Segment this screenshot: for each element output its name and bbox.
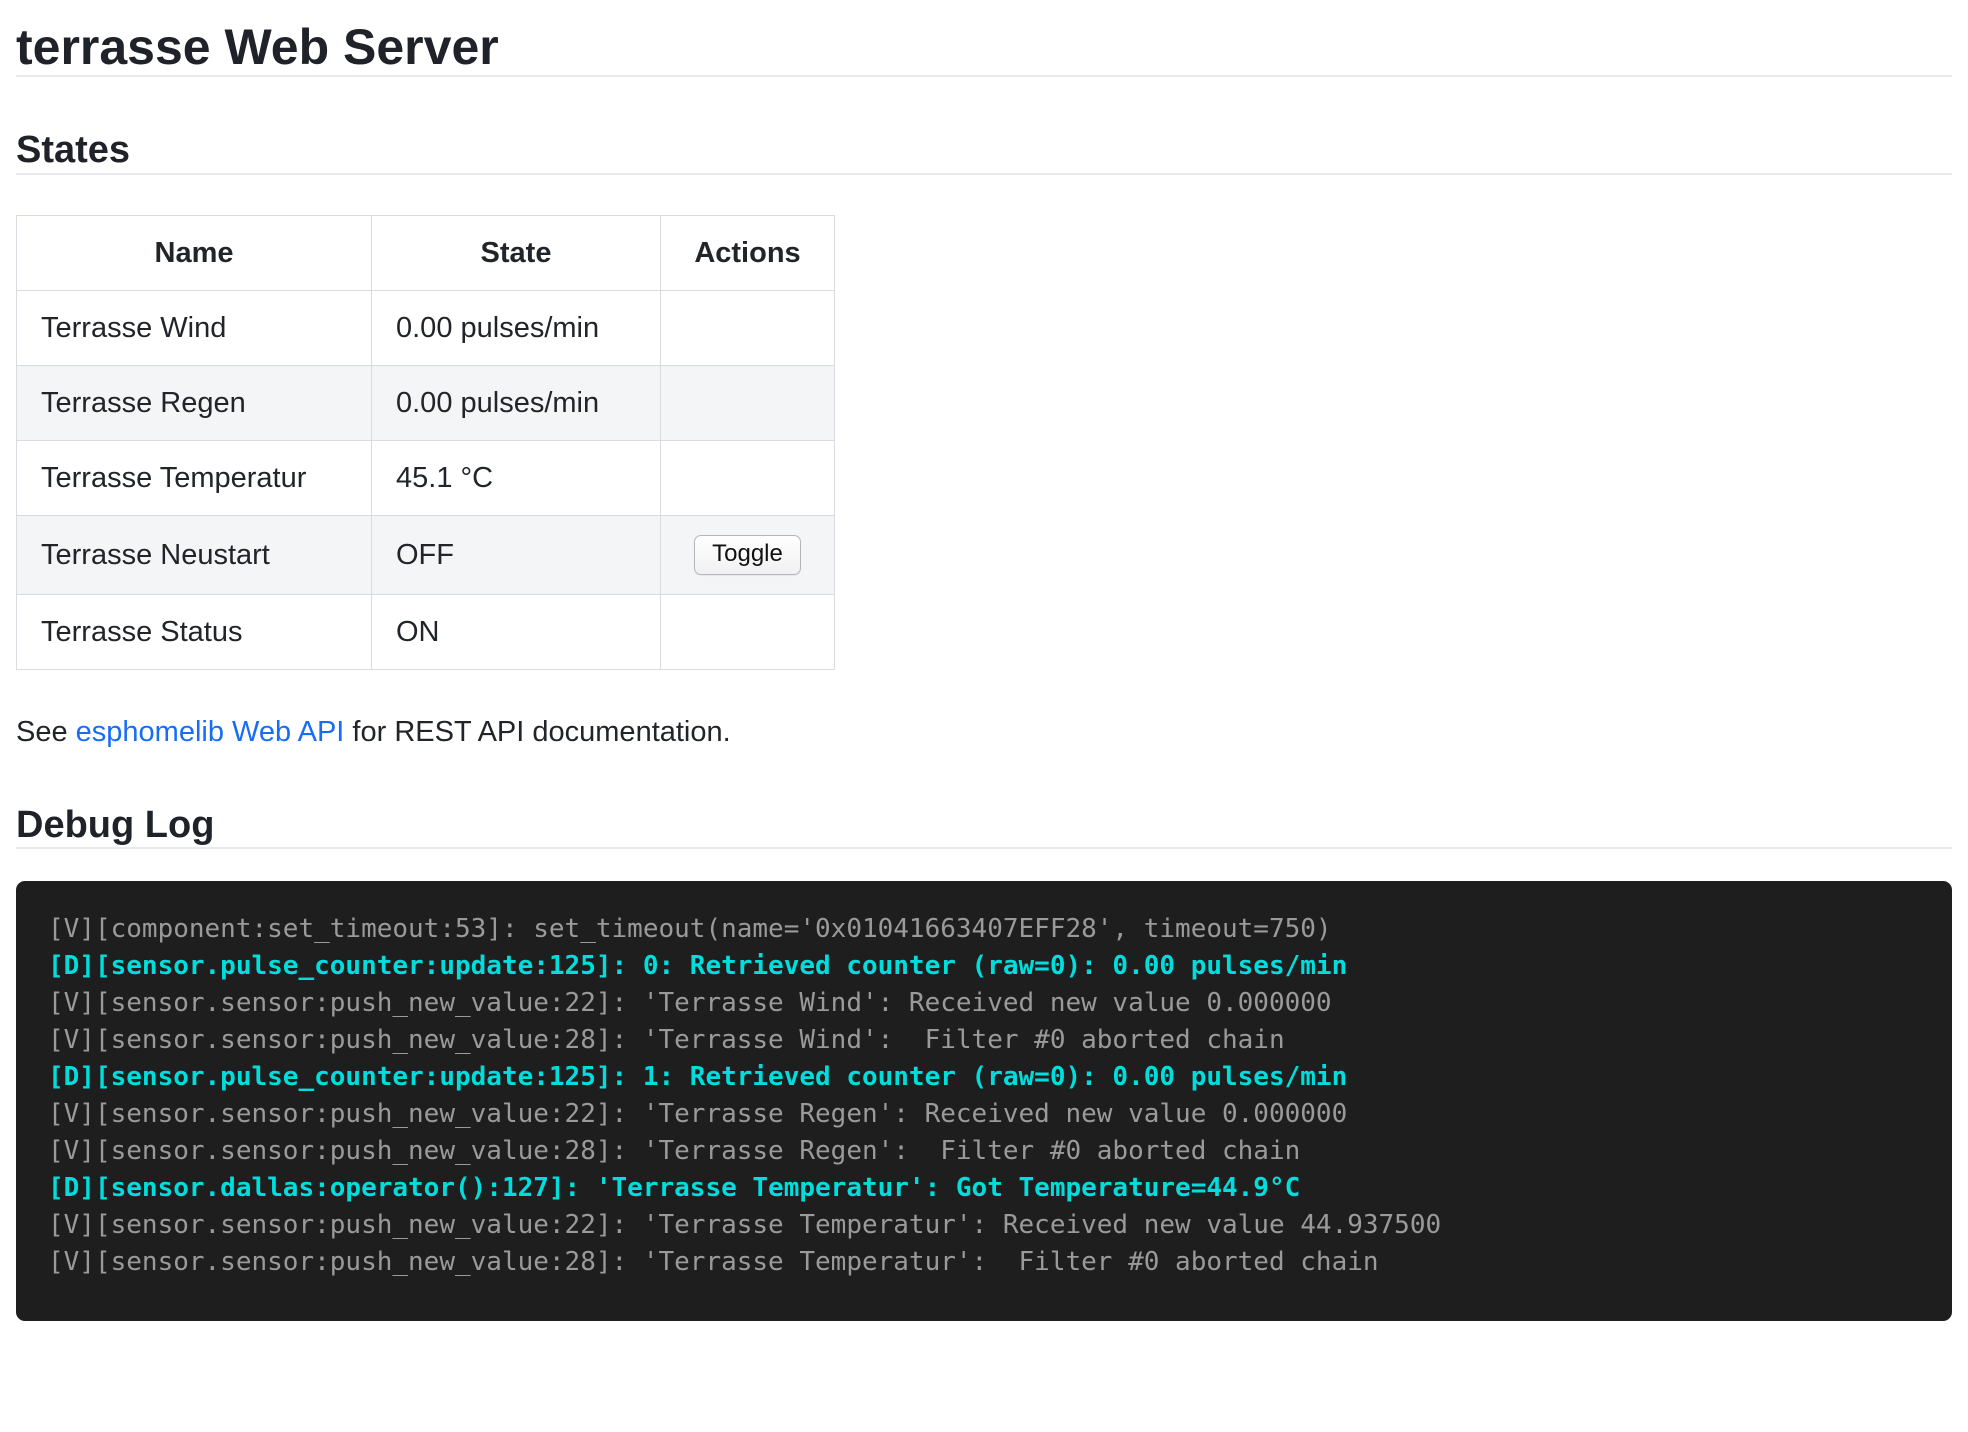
page-container: terrasse Web Server States NameStateActi… [0,20,1968,1321]
log-line-verbose: [V][sensor.sensor:push_new_value:22]: 'T… [48,1096,1920,1133]
divider [16,847,1952,849]
state-name-cell: Terrasse Wind [17,290,372,365]
log-line-debug: [D][sensor.pulse_counter:update:125]: 1:… [48,1059,1920,1096]
table-row: Terrasse StatusON [17,594,835,669]
states-heading: States [16,129,1952,173]
log-line-verbose: [V][sensor.sensor:push_new_value:28]: 'T… [48,1022,1920,1059]
api-note: See esphomelib Web API for REST API docu… [16,712,1952,752]
log-line-debug: [D][sensor.pulse_counter:update:125]: 0:… [48,948,1920,985]
actions-cell: Toggle [661,515,835,594]
table-row: Terrasse Temperatur45.1 °C [17,440,835,515]
toggle-button[interactable]: Toggle [694,535,801,575]
state-name-cell: Terrasse Neustart [17,515,372,594]
log-line-verbose: [V][sensor.sensor:push_new_value:28]: 'T… [48,1133,1920,1170]
log-line-debug: [D][sensor.dallas:operator():127]: 'Terr… [48,1170,1920,1207]
actions-cell [661,440,835,515]
table-row: Terrasse Regen0.00 pulses/min [17,365,835,440]
log-line-verbose: [V][sensor.sensor:push_new_value:22]: 'T… [48,985,1920,1022]
state-name-cell: Terrasse Regen [17,365,372,440]
log-line-verbose: [V][sensor.sensor:push_new_value:22]: 'T… [48,1207,1920,1244]
state-value-cell: 45.1 °C [372,440,661,515]
states-table: NameStateActions Terrasse Wind0.00 pulse… [16,215,835,670]
page-title: terrasse Web Server [16,20,1952,75]
log-line-verbose: [V][sensor.sensor:push_new_value:28]: 'T… [48,1244,1920,1281]
actions-cell [661,594,835,669]
actions-cell [661,290,835,365]
state-value-cell: 0.00 pulses/min [372,365,661,440]
divider [16,173,1952,175]
api-note-prefix: See [16,716,76,748]
debug-log-console: [V][component:set_timeout:53]: set_timeo… [16,881,1952,1321]
api-note-suffix: for REST API documentation. [344,716,730,748]
actions-cell [661,365,835,440]
column-header-state: State [372,215,661,290]
column-header-actions: Actions [661,215,835,290]
state-value-cell: OFF [372,515,661,594]
divider [16,75,1952,77]
state-value-cell: ON [372,594,661,669]
table-row: Terrasse NeustartOFF Toggle [17,515,835,594]
log-line-verbose: [V][component:set_timeout:53]: set_timeo… [48,911,1920,948]
state-name-cell: Terrasse Status [17,594,372,669]
table-header-row: NameStateActions [17,215,835,290]
debug-log-heading: Debug Log [16,804,1952,848]
web-api-link[interactable]: esphomelib Web API [76,716,345,748]
state-value-cell: 0.00 pulses/min [372,290,661,365]
table-row: Terrasse Wind0.00 pulses/min [17,290,835,365]
state-name-cell: Terrasse Temperatur [17,440,372,515]
column-header-name: Name [17,215,372,290]
